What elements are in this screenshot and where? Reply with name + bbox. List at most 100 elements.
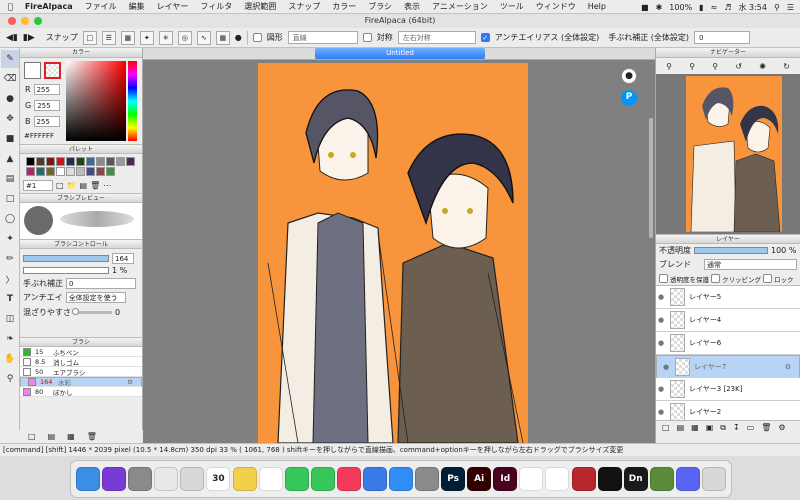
- palette-swatch[interactable]: [76, 157, 85, 166]
- clip-icon[interactable]: [545, 467, 570, 491]
- palette-swatch[interactable]: [106, 157, 115, 166]
- menu-view[interactable]: 表示: [404, 1, 420, 12]
- lock-checkbox[interactable]: [763, 274, 772, 283]
- keynote-icon[interactable]: [362, 467, 387, 491]
- antialias-checkbox[interactable]: ✓: [480, 33, 490, 42]
- menu-brush[interactable]: ブラシ: [368, 1, 392, 12]
- firealpaca-icon[interactable]: [519, 467, 544, 491]
- brush-stabilizer-select[interactable]: 0: [66, 277, 136, 289]
- palette-swatch[interactable]: [106, 167, 115, 176]
- rotate-reset-icon[interactable]: ✺: [759, 62, 766, 71]
- clock[interactable]: 水 3:54: [738, 2, 767, 13]
- brush-delete-icon[interactable]: 🗑: [87, 432, 97, 441]
- palette-swatch[interactable]: [46, 157, 55, 166]
- palette-swatch[interactable]: [26, 167, 35, 176]
- palette-swatch[interactable]: [56, 157, 65, 166]
- alpaca-icon[interactable]: ●: [621, 68, 637, 84]
- apple-menu-icon[interactable]: : [8, 2, 13, 11]
- blend-slider-knob[interactable]: [72, 307, 79, 315]
- brush-size-slider[interactable]: [23, 254, 109, 262]
- layer-visibility-icon[interactable]: ●: [656, 408, 666, 416]
- brush-settings-gear-icon[interactable]: ⚙: [127, 378, 133, 386]
- shape-select[interactable]: 直線: [287, 31, 358, 44]
- zoom-in-icon[interactable]: ⚲: [666, 62, 672, 71]
- snap-circle-button[interactable]: ◎: [177, 30, 192, 45]
- finder-icon[interactable]: [76, 467, 101, 491]
- layer-visibility-icon[interactable]: ●: [661, 363, 671, 371]
- new-8bit-layer-icon[interactable]: ▤: [677, 423, 685, 432]
- stabilizer-select[interactable]: 0: [694, 31, 750, 44]
- layer-visibility-icon[interactable]: ●: [656, 385, 666, 393]
- protect-alpha-checkbox[interactable]: [659, 274, 668, 283]
- layer-opacity-slider[interactable]: [694, 247, 768, 254]
- snap-cross-button[interactable]: ▦: [120, 30, 135, 45]
- panel-left-icon[interactable]: ◀▮: [6, 33, 18, 43]
- menu-list-icon[interactable]: ☰: [787, 3, 794, 12]
- palette-swatch[interactable]: [66, 157, 75, 166]
- menu-snap[interactable]: スナップ: [288, 1, 320, 12]
- hue-slider[interactable]: [128, 61, 137, 141]
- brush-item[interactable]: 80 ぼかし: [20, 387, 142, 397]
- illustrator-icon[interactable]: Ai: [467, 467, 492, 491]
- duplicate-layer-icon[interactable]: ⧉: [720, 423, 726, 433]
- symmetry-checkbox[interactable]: [362, 33, 372, 42]
- brush-duplicate-icon[interactable]: ▦: [67, 432, 75, 441]
- palette-swatch[interactable]: [116, 157, 125, 166]
- chrome-icon[interactable]: [154, 467, 179, 491]
- snap-vanish-button[interactable]: ✦: [139, 30, 154, 45]
- primary-color-swatch[interactable]: [24, 62, 41, 79]
- menu-tool[interactable]: ツール: [500, 1, 524, 12]
- g-input[interactable]: 255: [34, 100, 61, 111]
- menu-color[interactable]: カラー: [332, 1, 356, 12]
- clear-layer-icon[interactable]: ▭: [747, 423, 755, 432]
- brush-size-input[interactable]: 164: [112, 252, 134, 264]
- inkscape-icon[interactable]: [597, 467, 622, 491]
- layer-visibility-icon[interactable]: ●: [656, 293, 666, 301]
- pixiv-icon[interactable]: P: [621, 90, 637, 106]
- canvas-scrollbar[interactable]: [649, 118, 653, 238]
- menu-help[interactable]: Help: [588, 2, 606, 11]
- discord-icon[interactable]: [675, 467, 700, 491]
- zoom-fit-icon[interactable]: ⚲: [712, 62, 718, 71]
- brush-opacity-slider[interactable]: [23, 266, 109, 274]
- layer-row[interactable]: ● レイヤー3 [23K]: [656, 378, 800, 401]
- menu-file[interactable]: ファイル: [85, 1, 117, 12]
- photos-icon[interactable]: [180, 467, 205, 491]
- photoshop-icon[interactable]: Ps: [441, 467, 466, 491]
- document-tab[interactable]: Untitled: [315, 48, 485, 59]
- fill-tool-icon[interactable]: ■: [1, 130, 19, 148]
- palette-swatch[interactable]: [86, 157, 95, 166]
- palette-swatch[interactable]: [36, 157, 45, 166]
- minimize-window-button[interactable]: [21, 17, 29, 25]
- music-icon[interactable]: [336, 467, 361, 491]
- bucket-tool-icon[interactable]: ▲: [1, 150, 19, 168]
- app-store-icon[interactable]: [388, 467, 413, 491]
- snap-off-button[interactable]: □: [82, 30, 97, 45]
- brush-item-selected[interactable]: 164 水彩 ⚙: [20, 377, 142, 387]
- menu-animation[interactable]: アニメーション: [432, 1, 488, 12]
- layer-properties-icon[interactable]: ⚙: [778, 423, 785, 432]
- minecraft-icon[interactable]: [649, 467, 674, 491]
- calendar-icon[interactable]: 30: [206, 467, 231, 491]
- trash-icon[interactable]: [701, 467, 726, 491]
- battery-icon[interactable]: ▮: [699, 3, 703, 12]
- notes-icon[interactable]: [232, 467, 257, 491]
- brush-tool-icon[interactable]: ✎: [1, 50, 19, 68]
- new-layer-icon[interactable]: □: [662, 423, 670, 432]
- display-icon[interactable]: ■: [641, 3, 649, 12]
- rotate-right-icon[interactable]: ↻: [783, 62, 790, 71]
- menu-filter[interactable]: フィルタ: [200, 1, 232, 12]
- palette-swatch[interactable]: [66, 167, 75, 176]
- snap-parallel-button[interactable]: ☰: [101, 30, 116, 45]
- dimension-icon[interactable]: Dn: [623, 467, 648, 491]
- brush-folder-icon[interactable]: ▤: [48, 432, 56, 441]
- layer-row-selected[interactable]: ● レイヤー7 ⚙: [656, 355, 800, 378]
- volume-icon[interactable]: ♬: [724, 3, 731, 12]
- brush-antialias-select[interactable]: 全体設定を使う: [65, 292, 126, 303]
- layer-row[interactable]: ● レイヤー4: [656, 309, 800, 332]
- palette-swatch[interactable]: [96, 167, 105, 176]
- panel-right-icon[interactable]: ▮▶: [23, 33, 35, 43]
- siri-icon[interactable]: [102, 467, 127, 491]
- layer-visibility-icon[interactable]: ●: [656, 339, 666, 347]
- eraser-tool-icon[interactable]: ⌫: [1, 70, 19, 88]
